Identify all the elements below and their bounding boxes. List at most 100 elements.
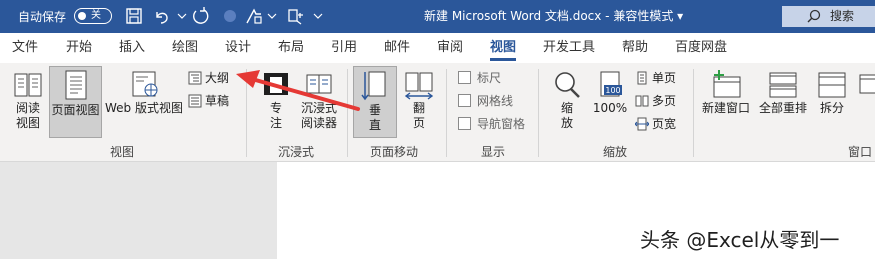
one-page-label: 单页 bbox=[652, 71, 677, 85]
side-to-side-button[interactable]: 翻 页 bbox=[399, 69, 439, 135]
group-separator bbox=[347, 69, 348, 157]
vertical-button[interactable]: 垂 直 bbox=[353, 66, 397, 138]
tab-insert[interactable]: 插入 bbox=[119, 33, 145, 63]
tab-help[interactable]: 帮助 bbox=[622, 33, 648, 63]
tab-baidu-netdisk[interactable]: 百度网盘 bbox=[675, 33, 727, 63]
print-layout-button[interactable]: 页面视图 bbox=[49, 66, 102, 138]
side-to-side-label: 翻 页 bbox=[412, 101, 425, 130]
multiple-pages-icon bbox=[635, 95, 649, 107]
immersive-group-label: 沉浸式 bbox=[278, 145, 315, 159]
navigation-pane-check bbox=[458, 117, 471, 130]
touch-mode-icon[interactable] bbox=[220, 6, 240, 26]
arrange-all-button[interactable]: 全部重排 bbox=[756, 69, 810, 135]
new-window-icon bbox=[713, 70, 741, 98]
web-layout-icon bbox=[132, 71, 158, 97]
zoom-label: 缩 放 bbox=[560, 101, 573, 130]
draft-icon bbox=[188, 94, 202, 108]
search-icon bbox=[807, 9, 821, 23]
group-separator bbox=[246, 69, 247, 157]
undo-icon[interactable] bbox=[152, 6, 172, 26]
tab-mailings[interactable]: 邮件 bbox=[384, 33, 410, 63]
outline-icon bbox=[188, 71, 202, 85]
redo-icon[interactable] bbox=[190, 6, 210, 26]
format-painter-icon[interactable] bbox=[244, 6, 264, 26]
window-more-button[interactable] bbox=[858, 69, 875, 135]
outline-label: 大纲 bbox=[205, 71, 230, 85]
autosave-toggle[interactable]: 关 bbox=[74, 8, 112, 24]
watermark: 头条 @Excel从零到一 bbox=[640, 228, 840, 252]
immersive-reader-icon bbox=[306, 74, 332, 94]
tab-home[interactable]: 开始 bbox=[66, 33, 92, 63]
page-width-icon bbox=[635, 117, 649, 131]
tab-developer[interactable]: 开发工具 bbox=[543, 33, 595, 63]
page-width-button[interactable]: 页宽 bbox=[635, 115, 676, 133]
toggle-knob bbox=[78, 12, 86, 20]
painter-dropdown-icon[interactable] bbox=[262, 6, 277, 26]
focus-icon bbox=[264, 73, 288, 95]
zoom-100-button[interactable]: 100 100% bbox=[590, 69, 630, 135]
search-box[interactable]: 搜索 bbox=[782, 6, 875, 27]
one-page-button[interactable]: 单页 bbox=[635, 69, 676, 87]
gridlines-checkbox[interactable]: 网格线 bbox=[458, 92, 513, 110]
ruler-check bbox=[458, 71, 471, 84]
tab-view[interactable]: 视图 bbox=[490, 33, 517, 63]
arrange-all-label: 全部重排 bbox=[758, 101, 807, 115]
zoom-button[interactable]: 缩 放 bbox=[546, 69, 588, 135]
immersive-reader-button[interactable]: 沉浸式 阅读器 bbox=[296, 69, 342, 135]
page-movement-group-label: 页面移动 bbox=[370, 145, 419, 159]
save-icon[interactable] bbox=[124, 6, 144, 26]
split-label: 拆分 bbox=[819, 101, 844, 115]
tab-review[interactable]: 审阅 bbox=[437, 33, 463, 63]
ribbon-tabs: 文件 开始 插入 绘图 设计 布局 引用 邮件 审阅 视图 开发工具 帮助 百度… bbox=[0, 33, 875, 63]
read-mode-label: 阅读 视图 bbox=[15, 101, 40, 130]
vertical-label: 垂 直 bbox=[368, 103, 381, 132]
web-layout-button[interactable]: Web 版式视图 bbox=[103, 69, 185, 135]
zoom-group-label: 缩放 bbox=[603, 145, 628, 159]
undo-dropdown-icon[interactable] bbox=[172, 6, 187, 26]
tab-file[interactable]: 文件 bbox=[12, 33, 38, 63]
document-title[interactable]: 新建 Microsoft Word 文档.docx - 兼容性模式 ▾ bbox=[424, 0, 683, 33]
new-window-button[interactable]: 新建窗口 bbox=[699, 69, 753, 135]
web-layout-label: Web 版式视图 bbox=[105, 101, 183, 115]
page-width-label: 页宽 bbox=[652, 117, 677, 131]
split-icon bbox=[818, 72, 846, 98]
focus-button[interactable]: 专 注 bbox=[256, 69, 296, 135]
views-group-label: 视图 bbox=[110, 145, 135, 159]
gridlines-check bbox=[458, 94, 471, 107]
customize-toolbar-icon[interactable] bbox=[286, 6, 306, 26]
window-group-label: 窗口 bbox=[848, 145, 873, 159]
switch-windows-icon bbox=[859, 74, 875, 94]
tab-references[interactable]: 引用 bbox=[331, 33, 357, 63]
show-group-label: 显示 bbox=[481, 145, 506, 159]
multiple-pages-button[interactable]: 多页 bbox=[635, 92, 676, 110]
draft-label: 草稿 bbox=[205, 94, 230, 108]
group-separator bbox=[538, 69, 539, 157]
read-mode-button[interactable]: 阅读 视图 bbox=[6, 69, 50, 135]
one-page-icon bbox=[637, 71, 647, 85]
tab-layout[interactable]: 布局 bbox=[278, 33, 304, 63]
more-commands-icon[interactable] bbox=[308, 6, 323, 26]
arrange-all-icon bbox=[769, 72, 797, 98]
split-button[interactable]: 拆分 bbox=[814, 69, 850, 135]
tab-draw[interactable]: 绘图 bbox=[172, 33, 198, 63]
focus-label: 专 注 bbox=[269, 101, 282, 130]
ruler-checkbox[interactable]: 标尺 bbox=[458, 69, 501, 87]
zoom-100-icon-text: 100 bbox=[605, 86, 620, 95]
autosave-state: 关 bbox=[91, 10, 101, 21]
navigation-pane-checkbox[interactable]: 导航窗格 bbox=[458, 115, 525, 133]
autosave-label: 自动保存 bbox=[18, 10, 67, 24]
zoom-100-icon: 100 bbox=[600, 71, 622, 97]
draft-button[interactable]: 草稿 bbox=[188, 92, 229, 110]
title-bar: 自动保存 关 新建 Microsoft Word 文档.docx - 兼容性模式… bbox=[0, 0, 875, 33]
tab-design[interactable]: 设计 bbox=[225, 33, 251, 63]
group-separator bbox=[693, 69, 694, 157]
gridlines-label: 网格线 bbox=[477, 94, 514, 108]
print-layout-label: 页面视图 bbox=[51, 103, 100, 117]
zoom-100-label: 100% bbox=[592, 101, 628, 115]
ribbon-view: 阅读 视图 页面视图 Web 版式视图 大纲 草稿 视图 专 注 沉浸式 阅读器… bbox=[0, 63, 875, 162]
immersive-reader-label: 沉浸式 阅读器 bbox=[300, 101, 337, 130]
new-window-label: 新建窗口 bbox=[701, 101, 750, 115]
magnifier-icon bbox=[555, 72, 580, 98]
multiple-pages-label: 多页 bbox=[652, 94, 677, 108]
outline-button[interactable]: 大纲 bbox=[188, 69, 229, 87]
